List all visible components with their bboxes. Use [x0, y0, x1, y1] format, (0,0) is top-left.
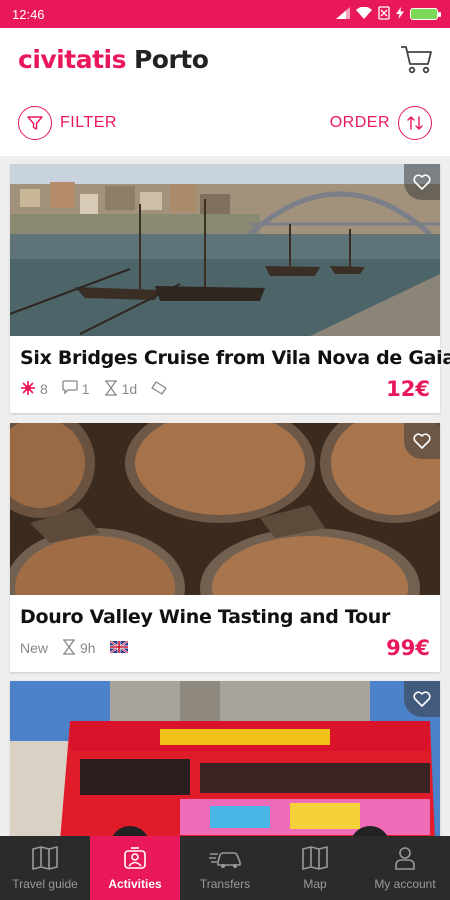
nav-label: Travel guide — [12, 876, 78, 891]
battery-icon — [410, 8, 441, 20]
language — [109, 640, 129, 656]
status-icons — [336, 5, 441, 23]
status-bar: 12:46 — [0, 0, 450, 28]
nav-label: Activities — [108, 876, 162, 891]
duration-value: 9h — [80, 640, 96, 656]
duration: 1d — [104, 379, 138, 399]
app-header: civitatis Porto — [0, 28, 450, 90]
rating: 8 — [20, 380, 48, 399]
activity-meta: 8 1 1d 12€ — [10, 369, 440, 413]
ticket — [151, 380, 167, 398]
nav-label: Map — [303, 876, 327, 891]
activity-photo — [10, 164, 440, 336]
map-icon — [302, 845, 328, 873]
duration: 9h — [62, 638, 96, 658]
nav-travel-guide[interactable]: Travel guide — [0, 836, 90, 900]
activity-card[interactable]: Six Bridges Cruise from Vila Nova de Gai… — [10, 164, 450, 413]
duration-value: 1d — [121, 381, 138, 397]
status-time: 12:46 — [12, 6, 45, 22]
comment-count: 1 — [81, 381, 90, 397]
cellular-icon — [336, 6, 350, 22]
new-badge: New — [20, 640, 49, 656]
guide-book-icon — [32, 845, 58, 873]
activity-list: Six Bridges Cruise from Vila Nova de Gai… — [0, 156, 450, 836]
wifi-icon — [356, 6, 372, 22]
nav-map[interactable]: Map — [270, 836, 360, 900]
car-icon — [208, 846, 242, 873]
filter-label: FILTER — [60, 114, 117, 131]
comments: 1 — [62, 380, 90, 398]
brand-logo[interactable]: civitatis — [18, 45, 126, 74]
sightseeing-bus-image — [10, 681, 440, 836]
ticket-person-icon — [123, 846, 147, 873]
hourglass-icon — [62, 638, 76, 658]
activity-title[interactable]: Douro Valley Wine Tasting and Tour — [10, 595, 440, 628]
activity-price: 12€ — [386, 377, 430, 401]
nav-my-account[interactable]: My account — [360, 836, 450, 900]
activity-photo — [10, 423, 440, 595]
hourglass-icon — [104, 379, 118, 399]
cart-icon[interactable] — [400, 42, 434, 76]
activity-card[interactable] — [10, 681, 440, 836]
rating-icon — [20, 380, 36, 399]
filter-icon — [18, 106, 52, 140]
user-icon — [394, 846, 416, 873]
city-title: Porto — [133, 44, 209, 74]
activity-title[interactable]: Six Bridges Cruise from Vila Nova de Gai… — [10, 336, 450, 369]
activity-price: 99€ — [386, 636, 430, 660]
activity-card[interactable]: Douro Valley Wine Tasting and Tour New 9… — [10, 423, 440, 672]
no-sim-icon — [378, 5, 390, 23]
wine-barrels-image — [10, 423, 440, 595]
order-label: ORDER — [329, 114, 390, 131]
filter-bar: FILTER ORDER — [0, 90, 450, 156]
sort-icon — [398, 106, 432, 140]
filter-button[interactable]: FILTER — [18, 106, 117, 140]
uk-flag-icon — [109, 640, 129, 656]
rating-value: 8 — [40, 381, 48, 397]
favorite-heart-icon[interactable] — [404, 164, 440, 200]
comment-icon — [62, 380, 78, 398]
activity-photo — [10, 681, 440, 836]
favorite-heart-icon[interactable] — [404, 423, 440, 459]
order-button[interactable]: ORDER — [330, 106, 432, 140]
ticket-icon — [151, 380, 167, 398]
nav-activities[interactable]: Activities — [90, 836, 180, 900]
bottom-nav: Travel guide Activities Transfers Map My… — [0, 836, 450, 900]
nav-transfers[interactable]: Transfers — [180, 836, 270, 900]
nav-label: Transfers — [199, 876, 251, 891]
charging-icon — [396, 6, 404, 22]
nav-label: My account — [374, 876, 436, 891]
favorite-heart-icon[interactable] — [404, 681, 440, 717]
river-boats-image — [10, 164, 440, 336]
activity-meta: New 9h 99€ — [10, 628, 440, 672]
